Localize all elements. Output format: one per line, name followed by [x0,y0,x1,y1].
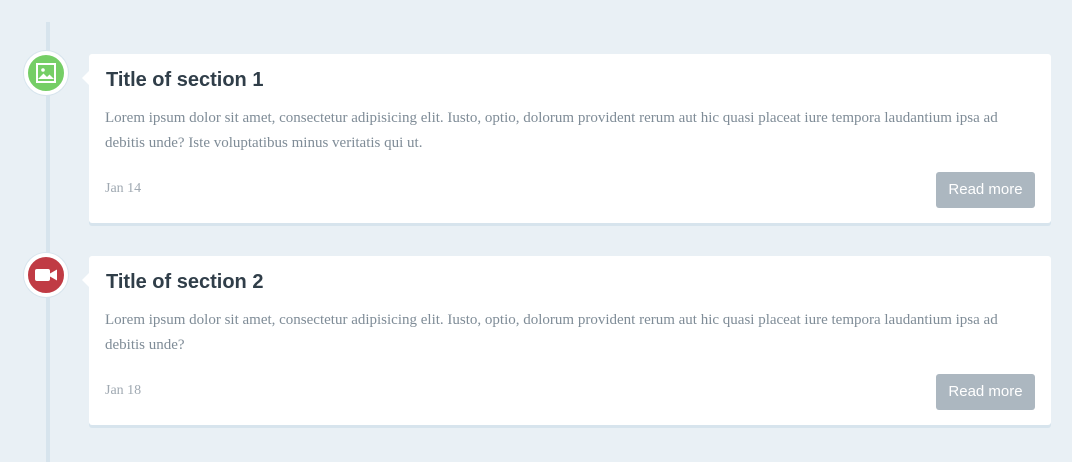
timeline-marker-movie [24,253,68,297]
read-more-button[interactable]: Read more [936,374,1035,410]
card-date: Jan 14 [105,181,142,196]
card-text: Lorem ipsum dolor sit amet, consectetur … [105,312,998,353]
picture-icon [34,61,58,85]
timeline-card: Title of section 2 Lorem ipsum dolor sit… [82,256,1051,425]
movie-icon [34,263,58,287]
timeline-card: Title of section 1 Lorem ipsum dolor sit… [82,54,1051,223]
card-date: Jan 18 [105,383,142,398]
timeline-marker-picture [24,51,68,95]
card-text: Lorem ipsum dolor sit amet, consectetur … [105,110,998,151]
timeline-block: Title of section 1 Lorem ipsum dolor sit… [0,51,1072,229]
card-title: Title of section 2 [106,271,264,293]
read-more-button[interactable]: Read more [936,172,1035,208]
timeline-block: Title of section 2 Lorem ipsum dolor sit… [0,253,1072,431]
card-title: Title of section 1 [106,69,264,91]
